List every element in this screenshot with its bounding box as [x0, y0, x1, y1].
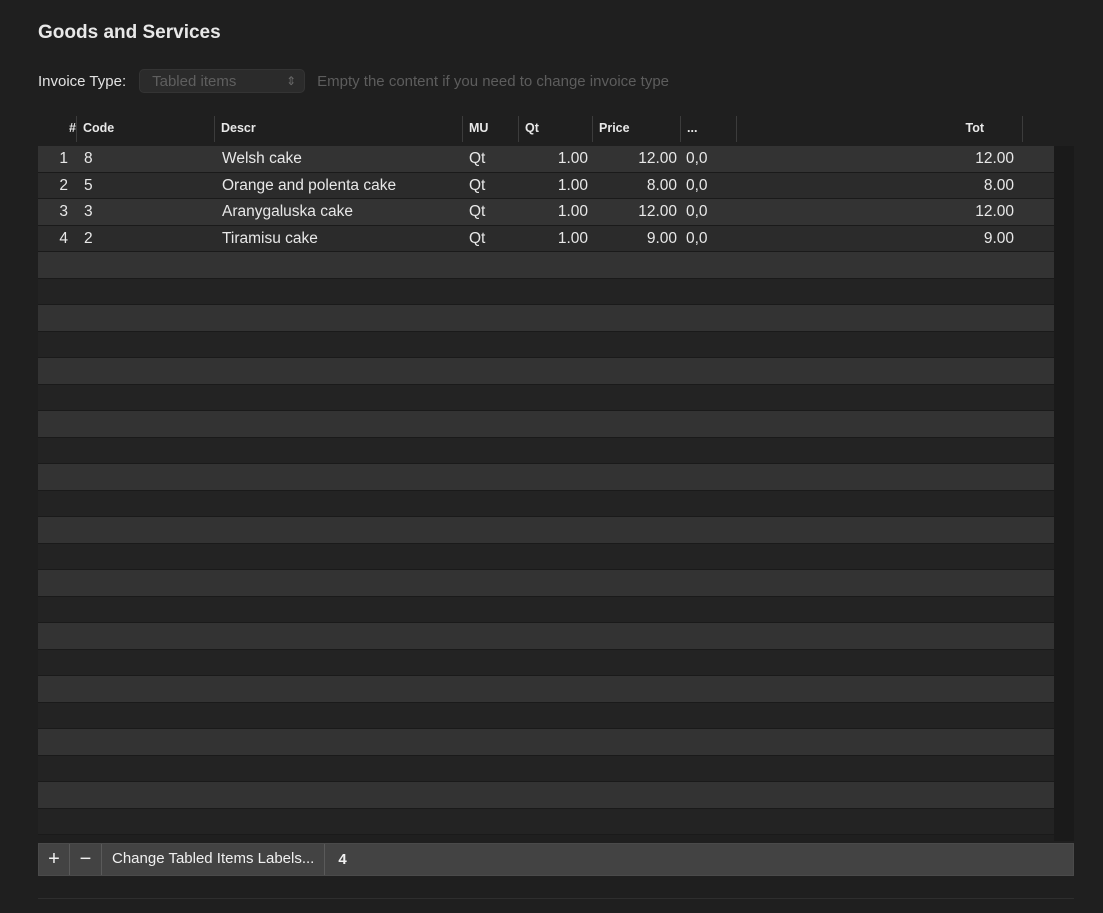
empty-table-row[interactable]: [38, 384, 1054, 411]
cell-num[interactable]: 4: [38, 226, 68, 251]
invoice-type-popup[interactable]: Tabled items ⇕: [139, 69, 306, 93]
cell-extra[interactable]: 0,0: [686, 199, 736, 224]
empty-table-row[interactable]: [38, 649, 1054, 676]
empty-table-row[interactable]: [38, 358, 1054, 385]
header-filler: [1022, 116, 1054, 142]
cell-num[interactable]: 2: [38, 173, 68, 198]
empty-table-row[interactable]: [38, 411, 1054, 438]
goods-services-panel: Goods and Services Invoice Type: Tabled …: [0, 0, 1103, 913]
empty-table-row[interactable]: [38, 305, 1054, 332]
header-mu[interactable]: MU: [462, 116, 518, 142]
cell-tot[interactable]: 8.00: [736, 173, 1014, 198]
empty-table-row[interactable]: [38, 676, 1054, 703]
items-table: # Code Descr MU Qt Price ... Tot 1 8 Welsh…: [38, 116, 1054, 841]
empty-table-row[interactable]: [38, 782, 1054, 809]
cell-descr[interactable]: Welsh cake: [222, 146, 462, 171]
empty-table-row[interactable]: [38, 278, 1054, 305]
add-row-button[interactable]: +: [39, 844, 70, 875]
remove-row-button[interactable]: −: [70, 844, 102, 875]
header-extra[interactable]: ...: [680, 116, 736, 142]
empty-table-row[interactable]: [38, 437, 1054, 464]
empty-table-row[interactable]: [38, 570, 1054, 597]
cell-tot[interactable]: 12.00: [736, 199, 1014, 224]
cell-num[interactable]: 1: [38, 146, 68, 171]
item-count: 4: [338, 851, 347, 868]
table-bottom-bar: + − Change Tabled Items Labels... 4: [38, 843, 1074, 876]
cell-code[interactable]: 3: [84, 199, 204, 224]
empty-table-row[interactable]: [38, 596, 1054, 623]
empty-table-row[interactable]: [38, 729, 1054, 756]
cell-price[interactable]: 9.00: [592, 226, 677, 251]
cell-code[interactable]: 2: [84, 226, 204, 251]
empty-table-row[interactable]: [38, 808, 1054, 835]
empty-table-row[interactable]: [38, 252, 1054, 279]
invoice-type-hint: Empty the content if you need to change …: [317, 72, 670, 90]
cell-code[interactable]: 8: [84, 146, 204, 171]
cell-price[interactable]: 12.00: [592, 199, 677, 224]
cell-qt[interactable]: 1.00: [518, 226, 588, 251]
cell-mu[interactable]: Qt: [469, 199, 519, 224]
header-num[interactable]: #: [38, 116, 80, 142]
cell-qt[interactable]: 1.00: [518, 173, 588, 198]
cell-extra[interactable]: 0,0: [686, 146, 736, 171]
cell-mu[interactable]: Qt: [469, 226, 519, 251]
cell-descr[interactable]: Tiramisu cake: [222, 226, 462, 251]
cell-tot[interactable]: 12.00: [736, 146, 1014, 171]
empty-table-row[interactable]: [38, 543, 1054, 570]
cell-code[interactable]: 5: [84, 173, 204, 198]
chevron-up-down-icon: ⇕: [286, 74, 297, 88]
empty-table-row[interactable]: [38, 702, 1054, 729]
cell-mu[interactable]: Qt: [469, 146, 519, 171]
empty-table-row[interactable]: [38, 517, 1054, 544]
vertical-scrollbar[interactable]: [1054, 146, 1074, 841]
empty-table-row[interactable]: [38, 623, 1054, 650]
table-row[interactable]: 3 3 Aranygaluska cake Qt 1.00 12.00 0,0 12.00: [38, 199, 1054, 226]
empty-table-row[interactable]: [38, 464, 1054, 491]
cell-descr[interactable]: Aranygaluska cake: [222, 199, 462, 224]
cell-qt[interactable]: 1.00: [518, 146, 588, 171]
header-code[interactable]: Code: [76, 116, 214, 142]
header-qt[interactable]: Qt: [518, 116, 592, 142]
invoice-type-value: Tabled items: [152, 72, 237, 90]
empty-table-row[interactable]: [38, 490, 1054, 517]
section-title: Goods and Services: [38, 22, 221, 43]
table-body: 1 8 Welsh cake Qt 1.00 12.00 0,0 12.00 2 5 Orange …: [38, 146, 1054, 835]
footer-divider: [38, 898, 1074, 899]
invoice-type-row: Invoice Type: Tabled items ⇕ Empty the c…: [38, 69, 669, 93]
change-labels-button[interactable]: Change Tabled Items Labels...: [102, 844, 326, 875]
table-row[interactable]: 1 8 Welsh cake Qt 1.00 12.00 0,0 12.00: [38, 146, 1054, 173]
cell-mu[interactable]: Qt: [469, 173, 519, 198]
cell-extra[interactable]: 0,0: [686, 173, 736, 198]
invoice-type-label: Invoice Type:: [38, 72, 127, 90]
empty-table-row[interactable]: [38, 331, 1054, 358]
cell-price[interactable]: 8.00: [592, 173, 677, 198]
cell-price[interactable]: 12.00: [592, 146, 677, 171]
cell-num[interactable]: 3: [38, 199, 68, 224]
header-descr[interactable]: Descr: [214, 116, 462, 142]
cell-qt[interactable]: 1.00: [518, 199, 588, 224]
cell-tot[interactable]: 9.00: [736, 226, 1014, 251]
header-tot[interactable]: Tot: [736, 116, 1022, 142]
table-row[interactable]: 4 2 Tiramisu cake Qt 1.00 9.00 0,0 9.00: [38, 225, 1054, 252]
table-row[interactable]: 2 5 Orange and polenta cake Qt 1.00 8.00 0,0 8.…: [38, 172, 1054, 199]
cell-extra[interactable]: 0,0: [686, 226, 736, 251]
empty-table-row[interactable]: [38, 755, 1054, 782]
header-price[interactable]: Price: [592, 116, 680, 142]
table-header: # Code Descr MU Qt Price ... Tot: [38, 116, 1054, 144]
cell-descr[interactable]: Orange and polenta cake: [222, 173, 462, 198]
